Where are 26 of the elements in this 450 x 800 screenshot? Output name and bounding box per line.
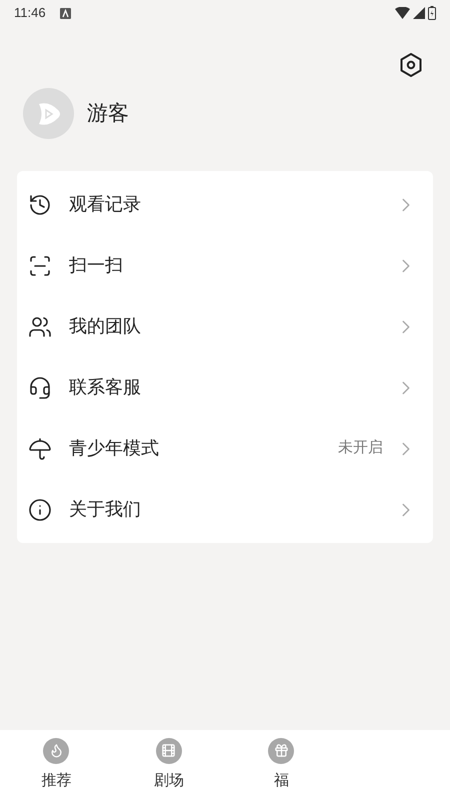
menu-item[interactable]: 我的团队	[17, 296, 433, 357]
wifi-icon	[395, 7, 410, 19]
nav-tab[interactable]: 推荐	[0, 730, 112, 800]
scan-icon	[28, 254, 52, 278]
menu-item[interactable]: 观看记录	[17, 174, 433, 235]
signal-icon	[413, 7, 425, 19]
menu-item[interactable]: 青少年模式 未开启	[17, 418, 433, 479]
menu-item[interactable]: 联系客服	[17, 357, 433, 418]
team-icon	[28, 314, 52, 338]
umbrella-icon	[28, 436, 52, 460]
menu-item[interactable]: 关于我们	[17, 479, 433, 540]
gift-icon	[274, 743, 289, 758]
history-icon	[28, 192, 52, 216]
film-reel-icon	[161, 743, 176, 758]
user-name: 游客	[87, 100, 129, 127]
flame-icon	[48, 743, 64, 758]
menu-item[interactable]: 扫一扫	[17, 235, 433, 296]
notification-icon	[60, 8, 71, 18]
settings-icon[interactable]	[398, 52, 424, 78]
battery-icon	[428, 6, 436, 20]
headset-icon	[28, 376, 52, 400]
nav-tab[interactable]: 福	[225, 730, 338, 800]
info-icon	[28, 498, 52, 522]
nav-tab[interactable]: 剧场	[112, 730, 225, 800]
status-time: 11:46	[14, 4, 46, 22]
status-text: 未开启	[338, 438, 383, 458]
